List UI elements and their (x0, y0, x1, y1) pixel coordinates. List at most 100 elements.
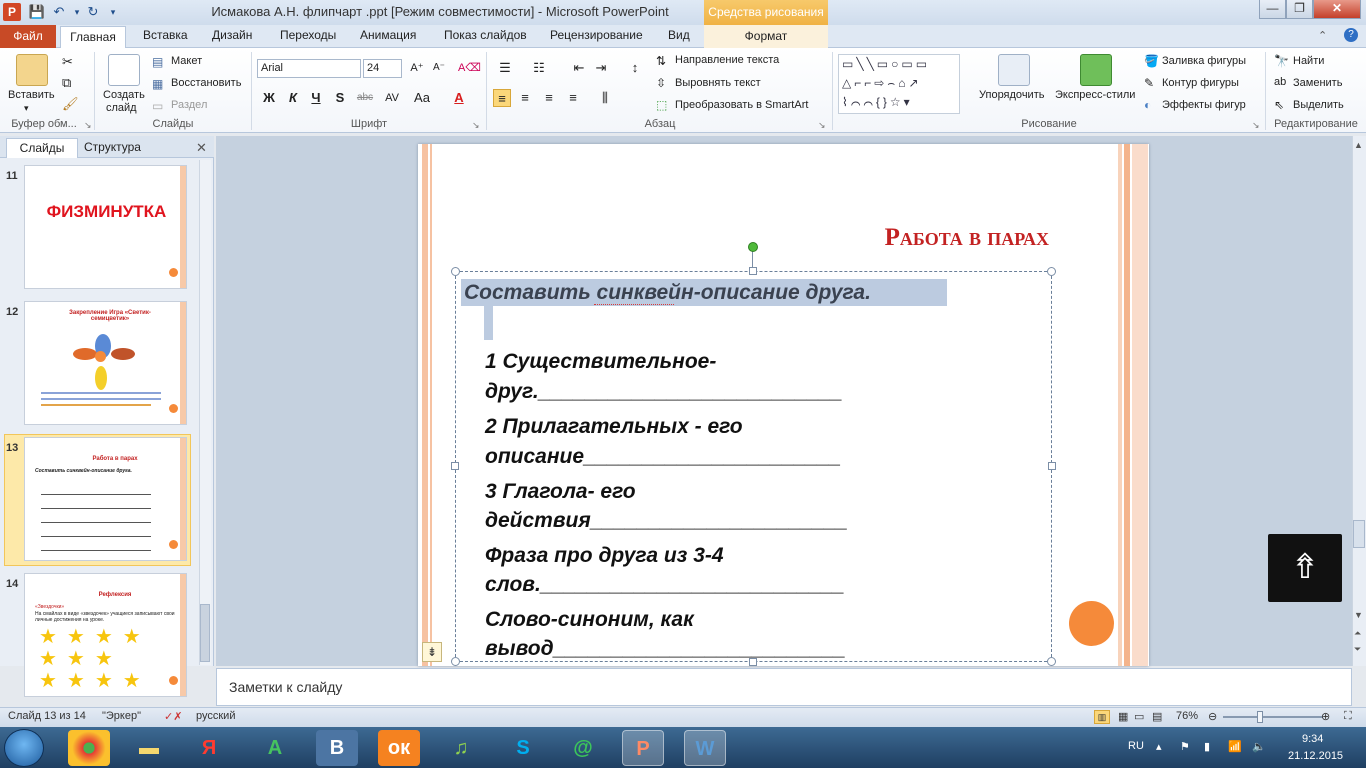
resize-handle-right[interactable] (1048, 462, 1056, 470)
shadow-button[interactable]: S (331, 89, 349, 107)
agent-icon[interactable]: A (254, 730, 296, 766)
smartart-icon[interactable]: ⬚ (656, 98, 667, 112)
slide-intro-text[interactable]: Составить синквейн-описание друга. (464, 281, 871, 305)
select-button[interactable]: Выделить (1293, 99, 1344, 111)
slide-sorter-icon[interactable]: ▦ (1118, 710, 1128, 723)
cut-icon[interactable]: ✂ (62, 54, 73, 70)
redo-icon[interactable]: ↻ (84, 3, 102, 21)
list-item-line1[interactable]: 2 Прилагательных - его (485, 415, 743, 439)
replace-button[interactable]: Заменить (1293, 77, 1342, 89)
drawing-launcher-icon[interactable]: ↘ (1252, 120, 1260, 131)
next-slide-icon[interactable]: ⏷ (1354, 644, 1361, 655)
tab-outline[interactable]: Структура (84, 140, 141, 154)
convert-smartart-button[interactable]: Преобразовать в SmartArt (675, 99, 808, 111)
select-icon[interactable]: ⇖ (1274, 98, 1284, 112)
bullets-icon[interactable]: ☰ (496, 59, 514, 77)
numbering-icon[interactable]: ☷ (530, 59, 548, 77)
list-item-line2[interactable]: описание______________________ (485, 445, 841, 469)
resize-handle-left[interactable] (451, 462, 459, 470)
save-icon[interactable]: 💾 (28, 3, 46, 21)
previous-slide-icon[interactable]: ⏶ (1354, 628, 1361, 639)
resize-handle-top-left[interactable] (451, 267, 460, 276)
new-slide-button[interactable]: Создать (103, 89, 145, 101)
customize-quick-access-icon[interactable]: ▾ (104, 3, 122, 21)
tab-transitions[interactable]: Переходы (280, 28, 336, 42)
columns-icon[interactable]: ⫼ (596, 89, 614, 107)
volume-icon[interactable]: 🔈 (1252, 740, 1266, 753)
list-item-line1[interactable]: Фраза про друга из 3-4 (485, 544, 724, 568)
notes-placeholder[interactable]: Заметки к слайду (229, 679, 342, 695)
resize-handle-top-right[interactable] (1047, 267, 1056, 276)
find-icon[interactable]: 🔭 (1274, 54, 1289, 68)
start-button[interactable] (4, 729, 44, 767)
tab-insert[interactable]: Вставка (143, 28, 188, 42)
slide-thumbnail-12[interactable]: Закрепление Игра «Светик-семицветик» (24, 301, 187, 425)
increase-indent-icon[interactable]: ⇥ (592, 59, 610, 77)
quick-styles-icon[interactable] (1080, 54, 1112, 86)
list-item-line1[interactable]: 1 Существительное- (485, 350, 716, 374)
new-slide-button-label[interactable]: слайд (106, 102, 137, 114)
tab-slides[interactable]: Слайды (6, 138, 78, 158)
chrome-icon[interactable] (68, 730, 110, 766)
tab-view[interactable]: Вид (668, 28, 690, 42)
slide-thumbnail-11[interactable]: ФИЗМИНУТКА (24, 165, 187, 289)
shape-fill-icon[interactable]: 🪣 (1144, 54, 1159, 68)
slides-panel-scroll-thumb[interactable] (200, 604, 210, 662)
underline-button[interactable]: Ч (307, 89, 325, 107)
battery-icon[interactable]: ▮ (1204, 740, 1210, 753)
language-indicator[interactable]: русский (196, 710, 235, 722)
minimize-ribbon-icon[interactable]: ⌃ (1318, 29, 1327, 42)
list-item-line2[interactable]: друг.__________________________ (485, 380, 842, 404)
align-center-icon[interactable]: ≡ (516, 89, 534, 107)
rotation-handle[interactable] (748, 242, 758, 252)
powerpoint-app-icon[interactable]: P (3, 3, 21, 21)
shape-effects-icon[interactable]: ◐ (1144, 98, 1151, 112)
maximize-button[interactable]: ❐ (1286, 0, 1313, 19)
align-text-button[interactable]: Выровнять текст (675, 77, 761, 89)
undo-icon[interactable]: ↶ (50, 3, 68, 21)
close-panel-icon[interactable]: ✕ (196, 140, 207, 156)
slide-thumbnail-14[interactable]: Рефлексия «Звездочки» На смайлах в виде … (24, 573, 187, 697)
grow-font-icon[interactable]: A⁺ (408, 59, 426, 77)
font-color-button[interactable]: A (450, 89, 468, 107)
normal-view-icon[interactable]: ▥ (1094, 710, 1110, 724)
fit-to-window-icon[interactable]: ⛶ (1344, 710, 1352, 723)
scroll-up-icon[interactable]: ▲ (1354, 140, 1363, 150)
replace-icon[interactable]: ab (1274, 76, 1286, 88)
paste-icon[interactable] (16, 54, 48, 86)
quick-styles-button[interactable]: Экспресс-стили (1055, 89, 1135, 101)
align-text-icon[interactable]: ⇳ (656, 76, 666, 90)
arrange-button[interactable]: Упорядочить (979, 89, 1044, 101)
align-left-icon[interactable]: ≡ (493, 89, 511, 107)
flag-icon[interactable]: ⚑ (1180, 740, 1190, 753)
shape-effects-button[interactable]: Эффекты фигур (1162, 99, 1246, 111)
clear-formatting-icon[interactable]: A⌫ (458, 59, 481, 77)
find-button[interactable]: Найти (1293, 55, 1324, 67)
paragraph-launcher-icon[interactable]: ↘ (818, 120, 826, 131)
tab-home[interactable]: Главная (60, 26, 126, 49)
line-spacing-icon[interactable]: ↕ (626, 59, 644, 77)
list-item-line2[interactable]: слов.__________________________ (485, 573, 844, 597)
list-item-line2[interactable]: действия______________________ (485, 509, 848, 533)
reset-button[interactable]: Восстановить (171, 77, 241, 89)
layout-button[interactable]: Макет (171, 55, 202, 67)
theme-name[interactable]: "Эркер" (102, 710, 141, 722)
strikethrough-button[interactable]: abc (353, 89, 377, 107)
change-case-button[interactable]: Aa (410, 89, 434, 107)
home-arrow-overlay-icon[interactable]: ⇮ (1268, 534, 1342, 602)
tab-review[interactable]: Рецензирование (550, 28, 643, 42)
resize-handle-bottom-left[interactable] (451, 657, 460, 666)
tab-file[interactable]: Файл (0, 25, 56, 48)
list-item-line1[interactable]: 3 Глагола- его (485, 480, 636, 504)
slides-panel-scrollbar[interactable] (199, 160, 211, 665)
arrange-icon[interactable] (998, 54, 1030, 86)
tab-animation[interactable]: Анимация (360, 28, 416, 42)
word-taskbar-icon[interactable]: W (684, 730, 726, 766)
close-window-button[interactable]: ✕ (1313, 0, 1361, 19)
scroll-down-icon[interactable]: ▼ (1354, 610, 1363, 620)
spellcheck-icon[interactable]: ✓✗ (164, 710, 182, 723)
music-icon[interactable]: ♫ (440, 730, 482, 766)
vertical-scroll-thumb[interactable] (1353, 520, 1365, 548)
odnoklassniki-icon[interactable]: ок (378, 730, 420, 766)
autofit-options-icon[interactable]: ⇟ (422, 642, 442, 662)
